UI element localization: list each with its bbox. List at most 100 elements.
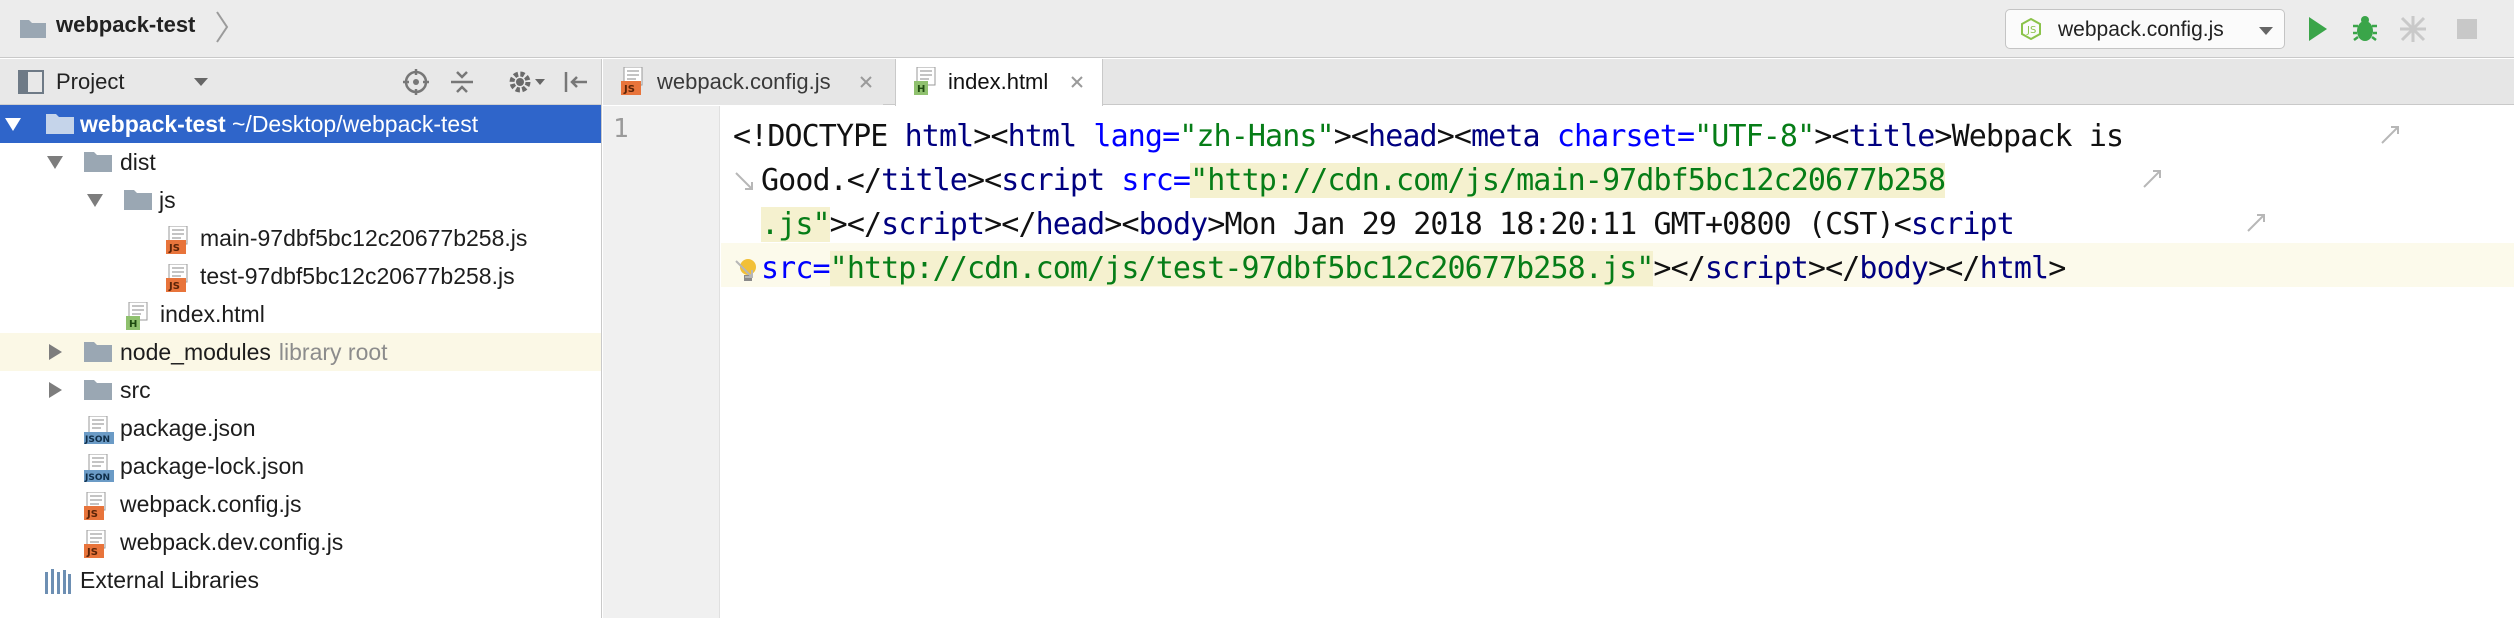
javascript-file-icon: JS	[621, 67, 643, 95]
tree-item-label: External Libraries	[80, 567, 259, 593]
code-line: Good.</title><script src="http://cdn.com…	[761, 163, 1946, 198]
tree-item-label: dist	[120, 149, 156, 175]
folder-icon	[20, 20, 46, 38]
tree-item-test-js[interactable]: JS test-97dbf5bc12c20677b258.js	[0, 257, 601, 295]
run-configuration-label: webpack.config.js	[2058, 18, 2224, 41]
tree-item-external-libraries[interactable]: External Libraries	[0, 561, 601, 599]
code-editor[interactable]: <!DOCTYPE html><html lang="zh-Hans"><hea…	[721, 106, 2514, 618]
html-file-icon: H	[126, 302, 148, 330]
project-path-label: ~/Desktop/webpack-test	[232, 111, 479, 137]
tree-item-label: webpack.dev.config.js	[120, 529, 344, 555]
project-tool-window-header: Project	[0, 59, 602, 105]
editor-gutter: 1	[603, 106, 720, 618]
close-icon[interactable]	[859, 75, 873, 89]
editor-tab-bar: JS webpack.config.js H index.html	[603, 59, 2514, 106]
folder-icon	[124, 190, 152, 210]
navigation-bar: webpack-test JS webpack.config.js	[0, 0, 2514, 58]
tree-item-js[interactable]: js	[0, 181, 601, 219]
svg-text:JSON: JSON	[84, 473, 110, 482]
tree-item-dist[interactable]: dist	[0, 143, 601, 181]
chevron-down-icon[interactable]	[535, 79, 545, 85]
breadcrumb-project-name[interactable]: webpack-test	[56, 12, 195, 38]
tree-item-main-js[interactable]: JS main-97dbf5bc12c20677b258.js	[0, 219, 601, 257]
chevron-down-icon	[2259, 27, 2273, 35]
project-view-title[interactable]: Project	[56, 69, 124, 95]
tree-item-webpack-test[interactable]: webpack-test ~/Desktop/webpack-test	[0, 105, 601, 143]
chevron-right-icon	[216, 11, 229, 43]
nodejs-icon: JS	[2021, 18, 2041, 40]
code-line: <!DOCTYPE html><html lang="zh-Hans"><hea…	[733, 119, 2124, 154]
svg-text:H: H	[917, 84, 925, 95]
tree-item-webpack-dev-config-js[interactable]: JS webpack.dev.config.js	[0, 523, 601, 561]
expanded-arrow-icon[interactable]	[46, 153, 64, 171]
external-libraries-icon	[45, 569, 71, 594]
close-icon[interactable]	[1070, 75, 1084, 89]
tree-item-label: index.html	[160, 301, 265, 327]
folder-icon	[84, 342, 112, 362]
tab-label: webpack.config.js	[657, 69, 831, 94]
soft-wrap-icon	[2247, 214, 2265, 232]
tree-item-label: webpack.config.js	[120, 491, 302, 517]
soft-wrap-continuation-icon	[735, 172, 753, 190]
soft-wrap-continuation-icon	[735, 260, 753, 278]
tab-label: index.html	[948, 69, 1049, 94]
collapsed-arrow-icon[interactable]	[46, 343, 64, 361]
tree-item-label: main-97dbf5bc12c20677b258.js	[200, 225, 528, 251]
run-configuration-select[interactable]: JS webpack.config.js	[2005, 9, 2285, 49]
run-icon[interactable]	[2302, 14, 2332, 44]
hide-panel-icon[interactable]	[563, 69, 589, 95]
tree-item-index-html[interactable]: H index.html	[0, 295, 601, 333]
javascript-file-icon: JS	[84, 530, 106, 558]
tab-webpack-config-js[interactable]: JS webpack.config.js	[603, 59, 883, 105]
json-file-icon: JSON	[84, 454, 114, 482]
tree-item-label: webpack-test	[80, 111, 226, 137]
code-line: src="http://cdn.com/js/test-97dbf5bc12c2…	[761, 251, 2066, 286]
gear-icon[interactable]	[507, 69, 533, 95]
javascript-file-icon: JS	[166, 264, 188, 292]
project-tree: webpack-test ~/Desktop/webpack-test dist…	[0, 105, 602, 618]
line-number: 1	[613, 114, 629, 144]
javascript-file-icon: JS	[84, 492, 106, 520]
tree-item-node-modules[interactable]: node_modules library root	[0, 333, 601, 371]
project-view-icon	[18, 70, 44, 94]
tree-item-package-json[interactable]: JSON package.json	[0, 409, 601, 447]
folder-icon	[84, 380, 112, 400]
tree-item-label: node_modules	[120, 339, 271, 365]
soft-wrap-icon	[2143, 170, 2161, 188]
debug-icon[interactable]	[2350, 14, 2380, 44]
html-file-icon: H	[914, 67, 936, 95]
tree-item-label: package-lock.json	[120, 453, 305, 479]
javascript-file-icon: JS	[166, 226, 188, 254]
folder-icon	[84, 152, 112, 172]
json-file-icon: JSON	[84, 416, 114, 444]
svg-text:JS: JS	[86, 547, 98, 558]
tree-item-package-lock-json[interactable]: JSON package-lock.json	[0, 447, 601, 485]
folder-icon	[46, 114, 74, 134]
svg-text:JSON: JSON	[84, 435, 110, 444]
chevron-down-icon[interactable]	[193, 77, 209, 87]
code-line: .js"></script></head><body>Mon Jan 29 20…	[761, 207, 2032, 242]
tree-item-label: package.json	[120, 415, 256, 441]
tree-item-label: js	[159, 187, 176, 213]
svg-text:JS: JS	[623, 84, 635, 95]
soft-wrap-icon	[2381, 126, 2399, 144]
stop-icon[interactable]	[2452, 14, 2482, 44]
tab-index-html[interactable]: H index.html	[895, 59, 1103, 106]
scroll-from-source-icon[interactable]	[403, 69, 429, 95]
svg-text:H: H	[129, 319, 137, 330]
tree-item-label: src	[120, 377, 151, 403]
svg-text:JS: JS	[168, 243, 180, 254]
expanded-arrow-icon[interactable]	[4, 115, 22, 133]
tree-item-src[interactable]: src	[0, 371, 601, 409]
collapse-all-icon[interactable]	[449, 69, 475, 95]
tree-item-label-group: node_modules library root	[120, 339, 388, 366]
svg-text:JS: JS	[168, 281, 180, 292]
collapsed-arrow-icon[interactable]	[46, 381, 64, 399]
svg-text:JS: JS	[86, 509, 98, 520]
tree-item-label: test-97dbf5bc12c20677b258.js	[200, 263, 515, 289]
expanded-arrow-icon[interactable]	[86, 191, 104, 209]
svg-text:JS: JS	[2026, 25, 2036, 36]
run-with-coverage-icon[interactable]	[2398, 14, 2428, 44]
tree-item-webpack-config-js[interactable]: JS webpack.config.js	[0, 485, 601, 523]
library-root-label: library root	[278, 339, 388, 365]
